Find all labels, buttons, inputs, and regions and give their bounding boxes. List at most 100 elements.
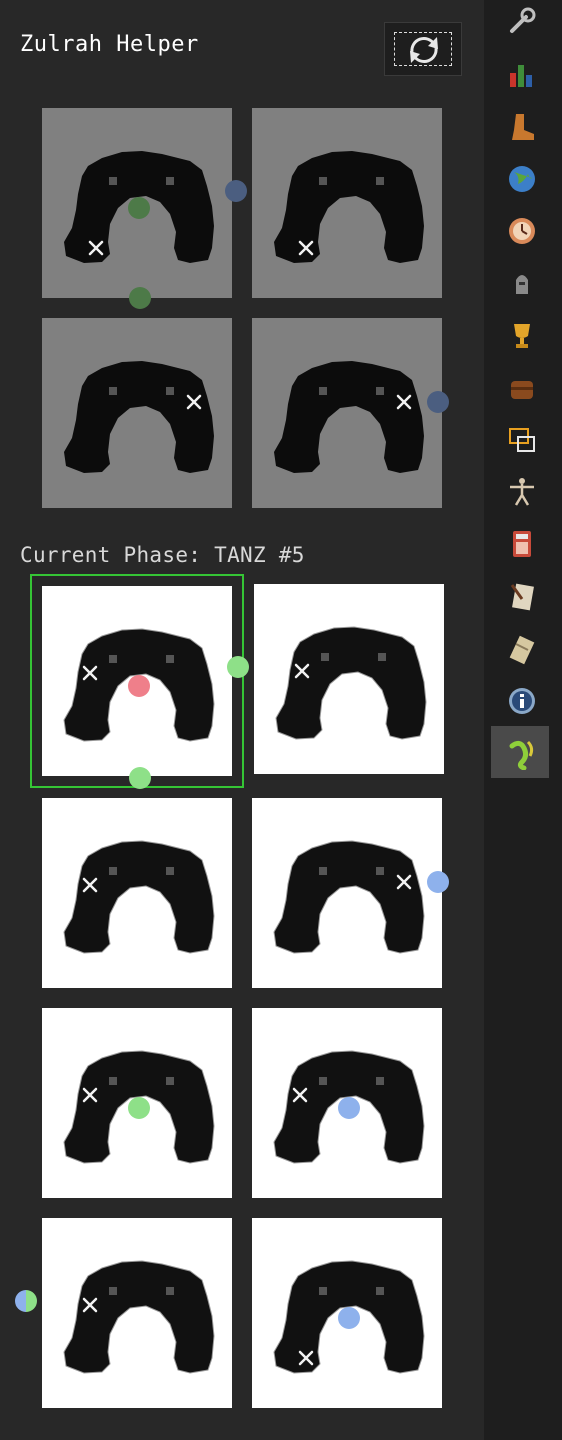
zulrah-position-marker (427, 391, 449, 413)
shrine-map (227, 626, 427, 740)
shrine-map (273, 1260, 425, 1374)
sidebar-tab-trophy[interactable] (491, 308, 549, 360)
calculator-icon (513, 531, 531, 558)
window-icon (509, 427, 535, 452)
pillar-marker (319, 177, 327, 185)
plugin-title: Zulrah Helper (20, 32, 199, 57)
shrine-map (63, 1050, 215, 1164)
phase-tile[interactable] (227, 584, 444, 774)
phase-tile[interactable] (15, 1218, 232, 1408)
trophy-icon (514, 324, 530, 349)
zulrah-position-marker (128, 197, 150, 219)
pillar-marker (109, 1287, 117, 1295)
zulrah-snake-icon (509, 740, 534, 770)
current-phase-tile[interactable] (42, 586, 232, 776)
overview-tile[interactable] (42, 287, 232, 508)
zulrah-position-marker (338, 1307, 360, 1329)
pillar-marker (376, 1077, 384, 1085)
shrine-shape (273, 840, 425, 954)
shrine-shape (274, 361, 424, 473)
phase-tile[interactable] (42, 1008, 232, 1198)
sidebar-tab-calculator[interactable] (491, 517, 549, 569)
zulrah-position-marker (128, 675, 150, 697)
shrine-map (63, 767, 215, 954)
sidebar-tab-scroll[interactable] (491, 622, 549, 674)
zulrah-position-marker (227, 656, 249, 678)
shrine-shape (64, 361, 214, 473)
info-icon (509, 687, 535, 714)
shrine-shape (275, 626, 427, 740)
pillar-marker (166, 867, 174, 875)
pillar-marker (319, 867, 327, 875)
shrine-map (225, 151, 424, 263)
phase-tile[interactable] (252, 1218, 442, 1408)
pillar-marker (376, 1287, 384, 1295)
sidebar-tab-chest[interactable] (491, 361, 549, 413)
pillar-marker (166, 1077, 174, 1085)
zulrah-jad-marker (15, 1290, 37, 1312)
pillar-marker (319, 387, 327, 395)
boot-icon (512, 113, 534, 140)
phase-tile[interactable] (42, 767, 232, 988)
sidebar-tab-wrench[interactable] (491, 0, 549, 47)
sidebar-tab-notes[interactable] (491, 569, 549, 621)
pillar-marker (376, 387, 384, 395)
zulrah-position-marker (129, 767, 151, 789)
pillar-marker (376, 867, 384, 875)
pillar-marker (109, 867, 117, 875)
sidebar-tab-clock[interactable] (491, 204, 549, 256)
current-phase-label: Current Phase: TANZ #5 (20, 543, 305, 567)
overview-tile[interactable] (225, 108, 442, 298)
pillar-marker (376, 177, 384, 185)
shrine-map (273, 1050, 425, 1164)
pillar-marker (109, 387, 117, 395)
plugin-panel: Zulrah Helper Current Phase: TANZ #5 (0, 0, 484, 1440)
pillar-marker (321, 653, 329, 661)
zulrah-position-marker (427, 871, 449, 893)
chest-icon (511, 380, 533, 399)
shrine-map (274, 361, 449, 473)
helmet-icon (516, 275, 528, 295)
notes-icon (510, 584, 534, 611)
pillar-marker (166, 1287, 174, 1295)
bar-chart-icon (510, 65, 532, 88)
pillar-marker (319, 1077, 327, 1085)
sidebar-tab-globe[interactable] (491, 152, 549, 204)
overview-tile[interactable] (252, 318, 449, 508)
shrine-map (63, 628, 215, 742)
pillar-marker (166, 655, 174, 663)
sidebar-tab-window[interactable] (491, 413, 549, 465)
sidebar-tab-zulrah-snake[interactable] (491, 726, 549, 778)
zulrah-position-marker (225, 180, 247, 202)
phase-tile[interactable] (252, 798, 449, 988)
pillar-marker (319, 1287, 327, 1295)
scroll-icon (509, 635, 535, 664)
sidebar-tab-helmet[interactable] (491, 256, 549, 308)
clock-icon (509, 218, 535, 244)
zulrah-position-marker (129, 287, 151, 309)
pillar-marker (166, 177, 174, 185)
phase-tile[interactable] (252, 1008, 442, 1198)
zulrah-position-marker (338, 1097, 360, 1119)
sidebar-tab-bar-chart[interactable] (491, 47, 549, 99)
pillar-marker (109, 655, 117, 663)
shrine-shape (63, 1260, 215, 1374)
pillar-marker (109, 1077, 117, 1085)
reset-rotation-button[interactable] (384, 22, 462, 76)
sidebar-tab-info[interactable] (491, 674, 549, 726)
globe-icon (509, 165, 535, 192)
sidebar-tab-figure[interactable] (491, 465, 549, 517)
refresh-icon (410, 37, 438, 63)
pillar-marker (109, 177, 117, 185)
overview-tile[interactable] (42, 108, 232, 298)
shrine-shape (63, 840, 215, 954)
shrine-map (64, 151, 214, 263)
pillar-marker (166, 387, 174, 395)
wrench-icon (510, 7, 536, 34)
pillar-marker (378, 653, 386, 661)
shrine-map (64, 287, 214, 473)
sidebar-tab-boot[interactable] (491, 100, 549, 152)
shrine-map (15, 1260, 215, 1374)
figure-icon (510, 478, 534, 506)
zulrah-position-marker (128, 1097, 150, 1119)
